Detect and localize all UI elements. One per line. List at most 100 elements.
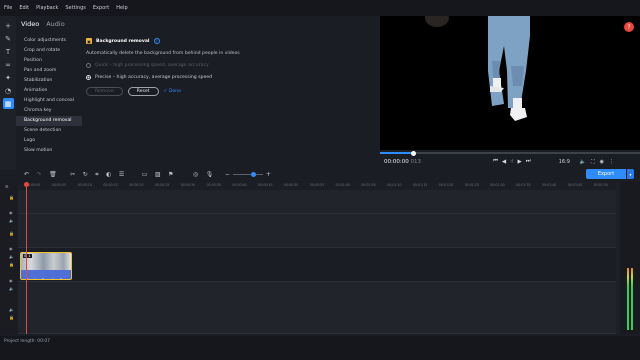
feature-item[interactable]: Chroma key [16,106,82,116]
radio-precise[interactable] [86,75,91,80]
mute-icon[interactable]: 🔈 [9,286,14,291]
app-window: File Edit Playback Settings Export Help … [0,0,640,360]
monitor-icon[interactable]: ▭ [142,171,148,178]
feature-item[interactable]: Pan and zoom [16,66,82,76]
track-lane[interactable] [18,190,616,214]
more-icon[interactable]: ⋮ [609,159,614,165]
zoom-in-icon[interactable]: + [266,171,271,178]
timeline-tracks[interactable] [18,190,616,334]
track-lane[interactable] [18,214,616,248]
done-button[interactable]: ✓ Done [164,89,181,94]
undo-icon[interactable]: ↶ [24,171,29,178]
export-button[interactable]: Export [586,169,626,179]
feature-item[interactable]: Logo [16,136,82,146]
lock-icon[interactable]: 🔒 [9,315,14,320]
feature-item-background-removal[interactable]: Background removal [16,116,82,126]
crop-icon[interactable]: ⌗ [95,171,98,179]
clip-audio-waveform [21,270,71,279]
color-icon[interactable]: ◐ [106,171,111,178]
ruler-tick-label: 00:00:30 [180,183,196,187]
eye-icon[interactable]: ◉ [9,278,13,283]
lock-icon[interactable]: 🔒 [9,262,14,267]
zoom-slider[interactable] [232,172,263,177]
mute-icon[interactable]: 🔈 [9,307,14,312]
track-settings-icon[interactable]: ⚙ [5,184,9,189]
menu-file[interactable]: File [4,5,12,11]
ruler-tick-label: 00:00:55 [309,183,325,187]
fullscreen-icon[interactable]: ⛶ [591,159,595,165]
menu-settings[interactable]: Settings [65,5,86,11]
aspect-ratio-select[interactable]: 16:9 [559,159,570,165]
ruler-tick-label: 00:00:15 [103,183,118,187]
option-quick[interactable]: Quick – high processing speed, average a… [86,63,376,68]
sticker-icon[interactable]: ✦ [3,72,14,83]
volume-icon[interactable]: 🔈 [580,159,586,165]
reset-button[interactable]: Reset [127,87,159,96]
ruler-tick-label: 00:01:40 [542,183,557,187]
track-lane[interactable] [18,248,616,282]
feature-item[interactable]: Highlight and conceal [16,96,82,106]
image-icon[interactable]: ▨ [155,171,161,178]
menu-playback[interactable]: Playback [36,5,58,11]
menu-help[interactable]: Help [116,5,127,11]
add-icon[interactable]: + [3,20,14,31]
mute-icon[interactable]: 🔈 [9,254,14,259]
text-icon[interactable]: T [3,46,14,57]
panel-title: Background removal [96,38,150,44]
ruler-tick-label: 00:00:05 [51,183,67,187]
menu-edit[interactable]: Edit [19,5,29,11]
zoom-knob[interactable] [250,172,256,177]
waveform-graphic [22,277,70,279]
magic-wand-icon[interactable]: ✎ [3,33,14,44]
step-back-icon[interactable]: ◀ [502,159,506,165]
mute-icon[interactable]: 🔈 [9,218,14,223]
feature-item[interactable]: Animation [16,86,82,96]
tab-video[interactable]: Video [21,20,39,28]
record-icon[interactable]: ◎ [193,171,198,178]
video-clip[interactable]: ⚙ 1 [20,252,72,280]
skip-start-icon[interactable]: ⏮ [493,158,498,165]
zoom-out-icon[interactable]: − [225,171,230,178]
properties-icon[interactable]: ☰ [119,171,124,178]
scrubber-knob[interactable] [411,150,417,156]
rotate-icon[interactable]: ↻ [83,171,88,178]
ruler-tick-label: 00:00:40 [232,183,247,187]
feature-item[interactable]: Stabilization [16,76,82,86]
playhead-handle[interactable] [24,182,29,187]
help-icon[interactable]: ? [153,38,160,44]
tab-audio[interactable]: Audio [46,20,64,28]
help-badge[interactable]: ? [624,22,634,32]
flag-icon[interactable]: ⚑ [168,171,173,178]
eye-icon[interactable]: ◉ [9,210,13,215]
video-preview[interactable]: ? [380,16,640,150]
cut-icon[interactable]: ✂ [70,171,75,178]
playhead[interactable] [26,182,27,334]
timer-icon[interactable]: ◔ [3,85,14,96]
remove-button[interactable]: Remove [86,87,123,96]
transition-icon[interactable]: ∞ [3,59,14,70]
eye-icon[interactable]: ◉ [9,246,13,251]
more-tools-icon[interactable]: ▦ [2,98,14,109]
step-forward-icon[interactable]: ▶ [518,159,522,165]
option-precise[interactable]: Precise – high accuracy, average process… [86,75,376,80]
feature-item[interactable]: Crop and rotate [16,46,82,56]
export-dropdown-icon[interactable]: ▾ [627,169,634,179]
ruler-tick-label: 00:01:45 [567,183,583,187]
lock-icon[interactable]: 🔒 [9,195,14,200]
skip-end-icon[interactable]: ⏭ [526,158,531,165]
microphone-icon[interactable]: 🎙 [206,171,214,178]
background-removal-icon: ▣ [86,38,92,44]
menu-export[interactable]: Export [93,5,109,11]
snapshot-icon[interactable]: ◉ [600,159,604,165]
radio-quick[interactable] [86,63,91,68]
feature-item[interactable]: Scene detection [16,126,82,136]
delete-icon[interactable]: 🗑 [49,171,57,178]
audio-meters [620,182,640,334]
redo-icon[interactable]: ↷ [37,171,42,178]
feature-item[interactable]: Position [16,56,82,66]
feature-item[interactable]: Slow motion [16,146,82,156]
lock-icon[interactable]: 🔒 [9,231,14,236]
timeline-ruler[interactable]: 00:00:00 00:00:05 00:00:10 00:00:15 00:00:20… [0,182,634,190]
track-lane[interactable] [18,282,616,334]
feature-item[interactable]: Color adjustments [16,36,82,46]
